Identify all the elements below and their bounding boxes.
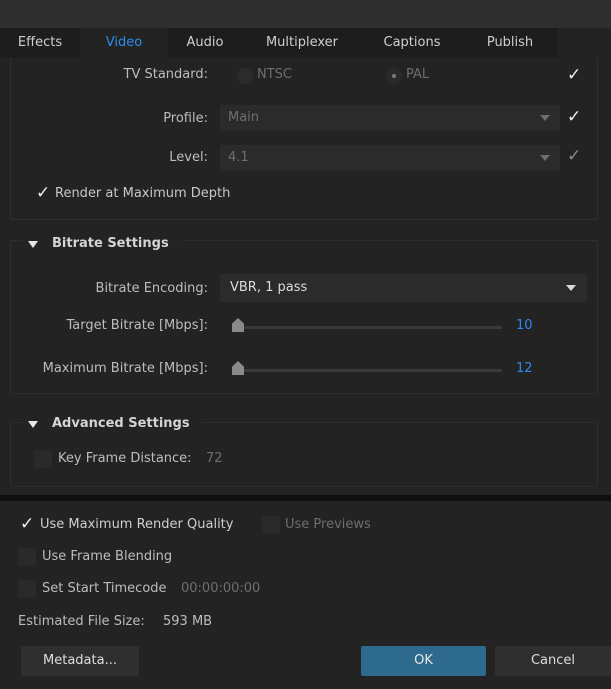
max-bitrate-slider[interactable]	[232, 369, 502, 372]
disclosure-triangle-icon	[28, 241, 38, 248]
advanced-section-title: Advanced Settings	[52, 416, 190, 431]
chevron-down-icon	[566, 285, 576, 291]
bitrate-encoding-select[interactable]: VBR, 1 pass	[220, 274, 587, 302]
pal-label: PAL	[406, 67, 430, 82]
target-bitrate-value[interactable]: 10	[516, 318, 533, 333]
tab-captions[interactable]: Captions	[362, 28, 462, 58]
profile-value: Main	[228, 110, 260, 125]
estimated-file-size-label: Estimated File Size:	[18, 614, 145, 629]
tv-standard-label: TV Standard:	[123, 67, 209, 82]
level-match-checkbox[interactable]	[565, 146, 583, 166]
use-previews-checkbox[interactable]	[262, 516, 280, 534]
estimated-file-size-value: 593 MB	[163, 614, 213, 629]
profile-select[interactable]: Main	[220, 105, 560, 131]
key-frame-value: 72	[206, 451, 223, 466]
use-previews-label: Use Previews	[285, 517, 371, 532]
chevron-down-icon	[540, 115, 550, 121]
frame-blending-label: Use Frame Blending	[42, 549, 173, 564]
target-bitrate-slider[interactable]	[232, 326, 502, 329]
tab-publish[interactable]: Publish	[462, 28, 558, 58]
disclosure-triangle-icon	[28, 421, 38, 428]
ntsc-radio[interactable]	[237, 68, 253, 84]
bitrate-encoding-value: VBR, 1 pass	[230, 280, 308, 295]
start-timecode-checkbox[interactable]	[18, 580, 36, 598]
render-max-depth-checkbox[interactable]	[34, 183, 52, 203]
pal-radio[interactable]	[386, 68, 402, 84]
profile-match-checkbox[interactable]	[565, 107, 583, 127]
profile-label: Profile:	[163, 111, 208, 126]
bitrate-section-title: Bitrate Settings	[52, 236, 169, 251]
advanced-header[interactable]: Advanced Settings	[22, 413, 202, 435]
bitrate-encoding-label: Bitrate Encoding:	[95, 281, 208, 296]
tab-video[interactable]: Video	[80, 28, 168, 58]
use-max-render-quality-label: Use Maximum Render Quality	[40, 517, 234, 532]
chevron-down-icon	[540, 155, 550, 161]
render-max-depth-label: Render at Maximum Depth	[55, 186, 231, 201]
bitrate-header[interactable]: Bitrate Settings	[22, 233, 182, 255]
level-value: 4.1	[228, 150, 249, 165]
tab-effects[interactable]: Effects	[0, 28, 80, 58]
metadata-button[interactable]: Metadata...	[21, 646, 139, 676]
tab-audio[interactable]: Audio	[168, 28, 242, 58]
ok-button[interactable]: OK	[361, 646, 486, 676]
target-bitrate-label: Target Bitrate [Mbps]:	[66, 318, 208, 333]
use-max-render-quality-checkbox[interactable]	[18, 514, 36, 534]
frame-blending-checkbox[interactable]	[18, 548, 36, 566]
level-label: Level:	[169, 150, 208, 165]
start-timecode-value[interactable]: 00:00:00:00	[181, 581, 260, 596]
level-select[interactable]: 4.1	[220, 145, 560, 171]
key-frame-checkbox[interactable]	[34, 450, 52, 468]
cancel-button[interactable]: Cancel	[495, 646, 611, 676]
start-timecode-label: Set Start Timecode	[42, 581, 167, 596]
ntsc-label: NTSC	[257, 67, 292, 82]
max-bitrate-value[interactable]: 12	[516, 361, 533, 376]
max-bitrate-label: Maximum Bitrate [Mbps]:	[42, 361, 208, 376]
title-strip	[0, 0, 611, 28]
tv-standard-match-checkbox[interactable]	[565, 65, 583, 85]
key-frame-label: Key Frame Distance:	[58, 451, 192, 466]
tab-multiplexer[interactable]: Multiplexer	[242, 28, 362, 58]
